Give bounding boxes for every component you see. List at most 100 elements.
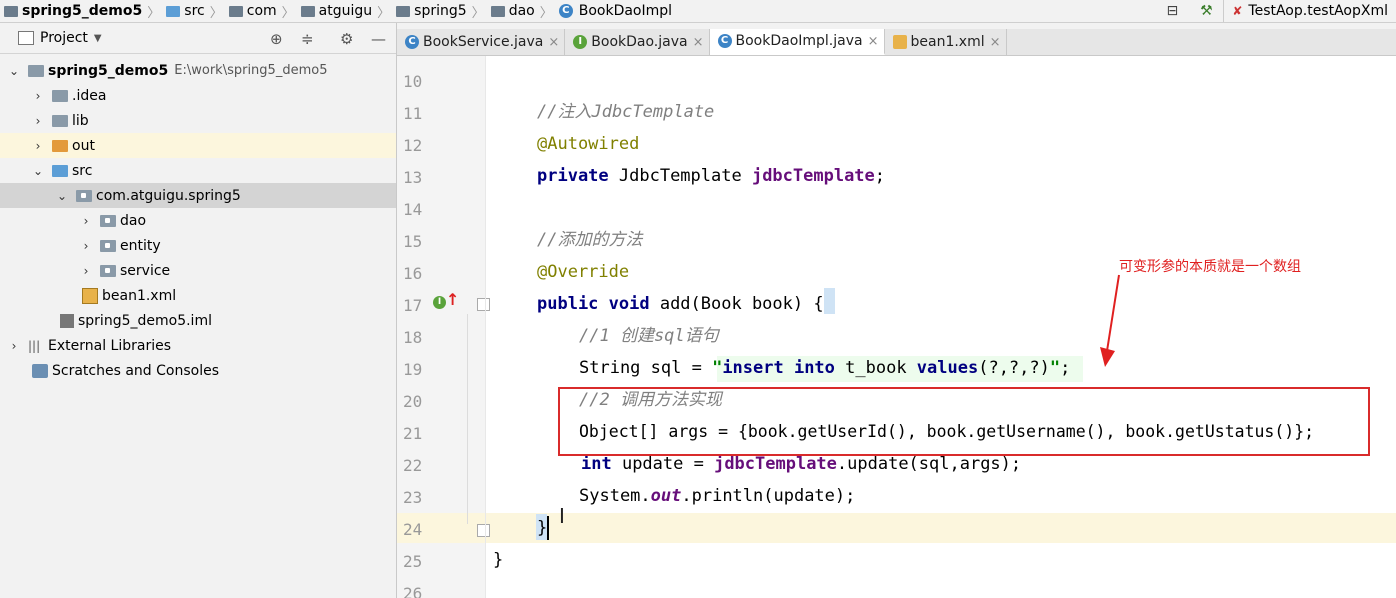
package-icon [300, 5, 315, 17]
code-line-13: private JdbcTemplate jdbcTemplate; [537, 166, 886, 186]
collapse-all-icon[interactable]: ≑ [301, 30, 314, 48]
code-line-24: } [537, 518, 548, 538]
brace-match-highlight [824, 288, 835, 314]
tree-item-dao[interactable]: › dao [0, 208, 396, 233]
tree-item-iml[interactable]: spring5_demo5.iml [0, 308, 396, 333]
fold-icon[interactable] [477, 524, 490, 537]
implements-method-icon[interactable]: I [433, 296, 446, 309]
close-icon[interactable]: × [548, 35, 559, 50]
editor-tab-bar: C BookService.java × I BookDao.java × C … [397, 29, 1396, 56]
annotation-arrow [1100, 274, 1120, 367]
breadcrumb-item-class[interactable]: C BookDaoImpl [555, 3, 674, 19]
breadcrumb-item-project[interactable]: spring5_demo5 〉 [0, 2, 162, 21]
line-number: 11 [403, 104, 423, 123]
close-icon[interactable]: × [868, 34, 879, 49]
chevron-right-icon[interactable]: › [32, 139, 44, 153]
tab-bookservice[interactable]: C BookService.java × [397, 29, 566, 55]
minimize-icon[interactable]: — [371, 30, 386, 48]
line-number: 23 [403, 488, 423, 507]
project-view-selector[interactable]: Project ▼ [18, 30, 102, 46]
tree-item-out[interactable]: › out [0, 133, 396, 158]
navigate-up-arrow-icon[interactable]: ↑ [446, 290, 459, 309]
tab-bean1-xml[interactable]: bean1.xml × [885, 29, 1007, 55]
run-config-selector[interactable]: ✘ TestAop.testAopXml [1223, 0, 1396, 22]
annotation-highlight-box [558, 387, 1370, 456]
code-editor[interactable]: 10 11 12 13 14 15 16 17 18 19 20 21 22 2… [397, 56, 1396, 598]
code-line-11: //注入JdbcTemplate [537, 102, 715, 122]
annotation-note: 可变形参的本质就是一个数组 [1119, 259, 1301, 275]
locate-target-icon[interactable]: ⊕ [270, 30, 283, 48]
code-line-16: @Override [537, 262, 630, 282]
project-panel-header: Project ▼ ⊕ ≑ ⚙ — [0, 23, 396, 54]
chevron-right-icon[interactable]: › [80, 239, 92, 253]
tab-bookdaoimpl[interactable]: C BookDaoImpl.java × [709, 29, 885, 55]
line-number: 18 [403, 328, 423, 347]
close-icon[interactable]: × [693, 35, 704, 50]
package-icon [490, 5, 505, 17]
chevron-right-icon[interactable]: › [80, 264, 92, 278]
folder-icon [52, 114, 68, 127]
tree-item-idea[interactable]: › .idea [0, 83, 396, 108]
line-number: 21 [403, 424, 423, 443]
code-line-15: //添加的方法 [537, 230, 643, 250]
module-icon [4, 5, 18, 17]
line-number: 13 [403, 168, 423, 187]
line-number: 10 [403, 72, 423, 91]
chevron-right-icon[interactable]: › [32, 114, 44, 128]
code-line-22: int update = jdbcTemplate.update(sql,arg… [581, 454, 1022, 474]
tree-item-scratches[interactable]: Scratches and Consoles [0, 358, 396, 383]
project-panel: Project ▼ ⊕ ≑ ⚙ — ⌄ spring5_demo5 E:\wor… [0, 23, 397, 598]
code-line-25: } [493, 550, 504, 570]
tree-item-project-root[interactable]: ⌄ spring5_demo5 E:\work\spring5_demo5 [0, 58, 396, 83]
tree-item-external-libraries[interactable]: › ||| External Libraries [0, 333, 396, 358]
package-icon [76, 189, 92, 202]
close-icon[interactable]: × [990, 35, 1001, 50]
scratches-icon [32, 363, 48, 378]
fold-icon[interactable] [477, 298, 490, 311]
module-icon [28, 64, 44, 77]
interface-icon: I [573, 35, 588, 49]
structure-icon[interactable]: ⊟ [1163, 3, 1181, 19]
class-icon: C [717, 34, 732, 48]
line-number: 16 [403, 264, 423, 283]
tree-item-package-spring5[interactable]: ⌄ com.atguigu.spring5 [0, 183, 396, 208]
breadcrumb-item-atguigu[interactable]: atguigu 〉 [297, 2, 393, 21]
package-icon [100, 239, 116, 252]
chevron-down-icon: ▼ [93, 32, 102, 44]
chevron-right-icon[interactable]: › [80, 214, 92, 228]
breadcrumb-item-dao[interactable]: dao 〉 [487, 2, 555, 21]
line-number: 15 [403, 232, 423, 251]
chevron-down-icon[interactable]: ⌄ [32, 164, 44, 178]
editor-gutter: 10 11 12 13 14 15 16 17 18 19 20 21 22 2… [397, 56, 490, 598]
toolbar-right: ⊟ ⚒ ✘ TestAop.testAopXml [1155, 0, 1396, 22]
tree-item-lib[interactable]: › lib [0, 108, 396, 133]
chevron-right-icon[interactable]: › [32, 89, 44, 103]
chevron-down-icon[interactable]: ⌄ [56, 189, 68, 203]
build-hammer-icon[interactable]: ⚒ [1197, 3, 1215, 19]
line-number: 19 [403, 360, 423, 379]
package-icon [396, 5, 411, 17]
chevron-down-icon[interactable]: ⌄ [8, 64, 20, 78]
gear-icon[interactable]: ⚙ [340, 30, 353, 48]
tree-item-bean1-xml[interactable]: bean1.xml [0, 283, 396, 308]
line-number: 14 [403, 200, 423, 219]
breadcrumb-item-spring5[interactable]: spring5 〉 [392, 2, 487, 21]
line-number: 26 [403, 584, 423, 598]
tree-item-entity[interactable]: › entity [0, 233, 396, 258]
breadcrumb: spring5_demo5 〉 src 〉 com 〉 atguigu 〉 spring… [0, 0, 1396, 23]
mouse-ibeam-cursor: I [559, 504, 565, 528]
code-line-19: String sql = "insert into t_book values(… [579, 358, 1071, 378]
folder-icon [166, 5, 181, 17]
tab-bookdao[interactable]: I BookDao.java × [565, 29, 710, 55]
line-number: 22 [403, 456, 423, 475]
library-icon: ||| [28, 338, 41, 353]
xml-file-icon [892, 35, 907, 49]
project-view-icon [18, 31, 34, 45]
chevron-right-icon[interactable]: › [8, 339, 20, 353]
tree-item-service[interactable]: › service [0, 258, 396, 283]
breadcrumb-item-src[interactable]: src 〉 [162, 2, 224, 21]
tree-item-src[interactable]: ⌄ src [0, 158, 396, 183]
source-folder-icon [52, 164, 68, 177]
breadcrumb-item-com[interactable]: com 〉 [225, 2, 297, 21]
class-icon: C [558, 4, 573, 18]
